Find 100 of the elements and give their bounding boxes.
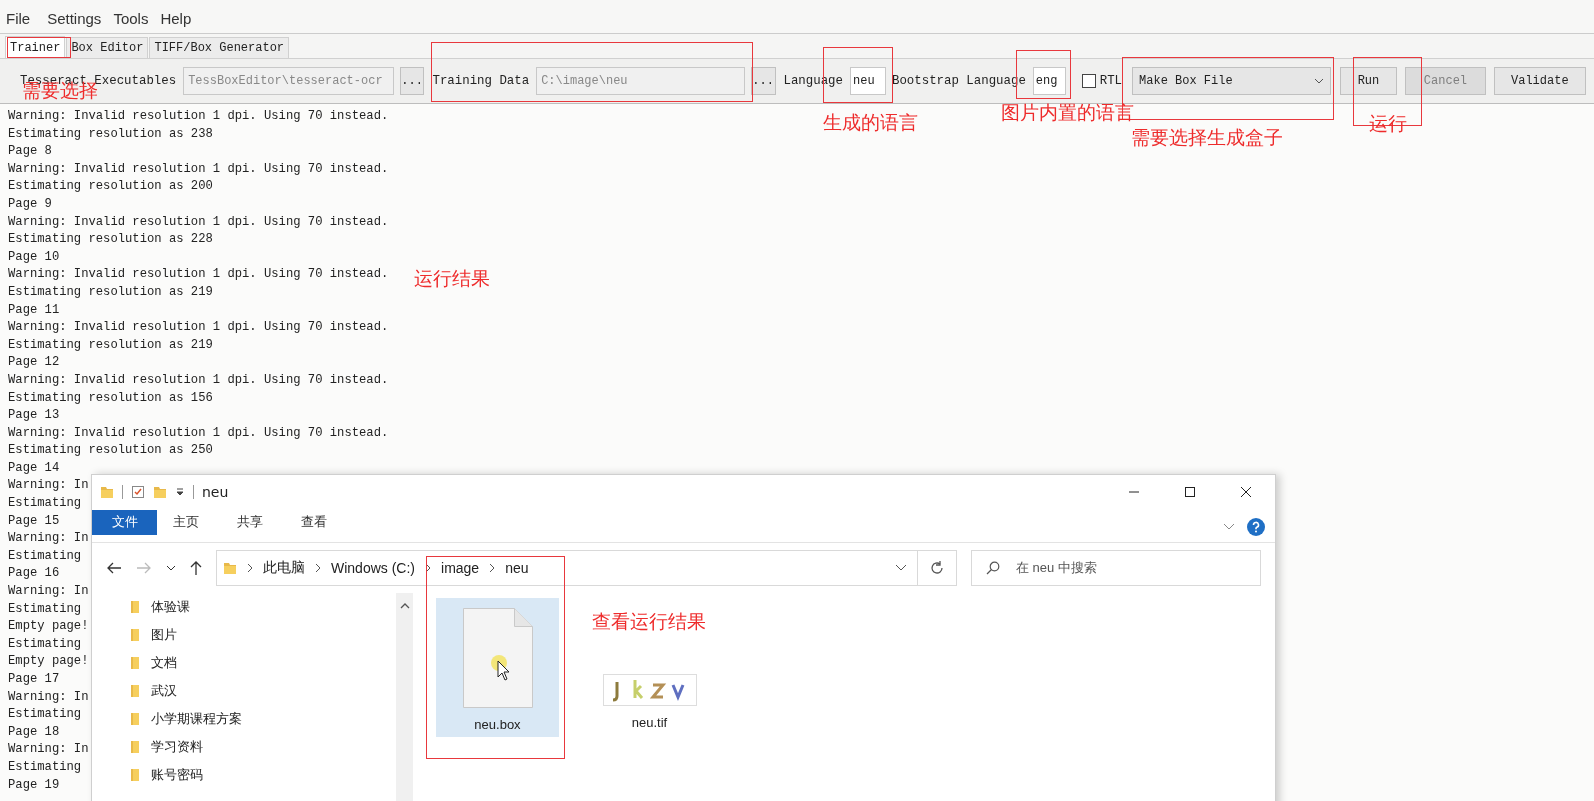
folder-item[interactable]: 体验课 xyxy=(151,598,190,616)
refresh-button[interactable] xyxy=(918,549,957,586)
search-field[interactable]: 在 neu 中搜索 xyxy=(971,549,1261,586)
file-tile[interactable]: neu.tif xyxy=(588,674,711,730)
log-line: Page 19 xyxy=(8,776,60,794)
chevron-right-icon xyxy=(246,562,254,573)
log-line: Page 15 xyxy=(8,512,60,530)
tab[interactable]: TIFF/Box Generator xyxy=(149,37,290,58)
log-line: Warning: Invalid resolution 1 dpi. Using 70 instead. xyxy=(8,266,389,284)
folder-item[interactable]: 文档 xyxy=(151,654,177,672)
file-tile[interactable]: neu.box xyxy=(436,598,559,737)
input-field[interactable]: eng xyxy=(1032,67,1066,95)
ribbon-tab[interactable]: 查看 xyxy=(285,509,343,535)
dropdown-icon[interactable] xyxy=(175,487,185,498)
tab[interactable]: Box Editor xyxy=(66,37,149,58)
menu-item[interactable]: Help xyxy=(154,10,198,27)
refresh-icon xyxy=(930,560,944,575)
log-line: Warning: Invalid resolution 1 dpi. Using 70 instead. xyxy=(8,108,389,125)
log-line: Estimating resolution as 156 xyxy=(8,389,213,407)
window-title: neu xyxy=(202,484,229,501)
annotation-note: 需要选择生成盒子 xyxy=(1131,127,1283,148)
log-line: Page 10 xyxy=(8,248,60,266)
folder-icon xyxy=(130,628,140,642)
log-line: Page 13 xyxy=(8,407,60,425)
folder-icon xyxy=(130,740,140,754)
log-line: Empty page! xyxy=(8,653,89,671)
document-icon xyxy=(462,608,533,708)
log-line: Warning: Invalid resolution 1 dpi. Using 70 instead. xyxy=(8,424,389,442)
folder-item[interactable]: 账号密码 xyxy=(151,766,203,784)
properties-icon[interactable] xyxy=(131,485,145,500)
annotation-note: 运行结果 xyxy=(414,268,490,289)
checkbox-label: RTL xyxy=(1099,74,1123,88)
log-line: Estimating resolution as 250 xyxy=(8,442,213,460)
log-line: Page 9 xyxy=(8,195,52,213)
log-line: Estimating xyxy=(8,600,82,618)
chevron-down-icon[interactable] xyxy=(895,563,907,572)
annotation-note: 生成的语言 xyxy=(823,112,918,133)
breadcrumb-item[interactable]: 此电脑 xyxy=(263,558,305,577)
folder-icon xyxy=(130,600,140,614)
input-field[interactable]: neu xyxy=(850,67,886,95)
button[interactable]: Run xyxy=(1339,67,1398,95)
log-line: Warning: Invalid resolution 1 dpi. Using 70 instead. xyxy=(8,160,389,178)
address-bar[interactable]: 此电脑 Windows (C:) image neu xyxy=(216,549,918,586)
chevron-right-icon xyxy=(488,562,497,573)
folder-item[interactable]: 学习资料 xyxy=(151,738,203,756)
search-icon xyxy=(986,560,1000,575)
log-line: Warning: In xyxy=(8,477,89,495)
ribbon-tab[interactable]: 主页 xyxy=(157,509,215,535)
checkbox[interactable] xyxy=(1081,74,1096,88)
help-icon[interactable] xyxy=(1247,518,1265,537)
button[interactable]: Validate xyxy=(1493,67,1586,95)
log-line: Page 12 xyxy=(8,354,60,372)
breadcrumb-item[interactable]: neu xyxy=(505,559,529,576)
annotation-frame xyxy=(7,37,71,58)
browse-button[interactable]: ... xyxy=(399,67,425,95)
breadcrumb-item[interactable]: image xyxy=(441,559,480,576)
breadcrumb-item[interactable]: Windows (C:) xyxy=(331,559,415,576)
log-line: Estimating xyxy=(8,547,82,565)
up-icon[interactable] xyxy=(190,559,202,576)
menu-item[interactable]: File xyxy=(0,10,37,27)
folder-icon xyxy=(130,656,140,670)
ribbon-tab[interactable]: 共享 xyxy=(221,509,279,535)
log-line: Estimating xyxy=(8,706,82,724)
log-line: Warning: In xyxy=(8,741,89,759)
log-line: Page 14 xyxy=(8,459,60,477)
caret-icon xyxy=(1313,78,1324,84)
field-label: Training Data xyxy=(432,74,530,88)
maximize-icon[interactable] xyxy=(1184,486,1196,499)
back-icon[interactable] xyxy=(106,561,122,574)
log-line: Estimating resolution as 228 xyxy=(8,231,213,249)
folder-item[interactable]: 小学期课程方案 xyxy=(151,710,242,728)
log-line: Warning: Invalid resolution 1 dpi. Using 70 instead. xyxy=(8,213,389,231)
browse-button[interactable]: ... xyxy=(750,67,776,95)
close-icon[interactable] xyxy=(1240,486,1252,499)
ribbon-tab[interactable]: 文件 xyxy=(92,509,157,535)
log-line: Warning: In xyxy=(8,688,89,706)
folder-icon xyxy=(130,684,140,698)
log-line: Page 17 xyxy=(8,671,60,688)
log-line: Page 16 xyxy=(8,565,60,583)
log-line: Warning: Invalid resolution 1 dpi. Using 70 instead. xyxy=(8,319,389,337)
folder-icon xyxy=(223,560,237,575)
chevron-down-icon[interactable] xyxy=(166,564,176,571)
log-line: Empty page! xyxy=(8,618,89,636)
log-line: Estimating xyxy=(8,758,82,776)
annotation-note: 查看运行结果 xyxy=(592,611,706,632)
menu-item[interactable]: Settings xyxy=(41,10,108,27)
log-line: Warning: Invalid resolution 1 dpi. Using 70 instead. xyxy=(8,371,389,389)
log-line: Warning: In xyxy=(8,530,89,548)
folder-item[interactable]: 图片 xyxy=(151,626,177,644)
menu-item[interactable]: Tools xyxy=(107,10,155,27)
dropdown[interactable]: Make Box File xyxy=(1132,67,1331,95)
log-line: Estimating xyxy=(8,495,82,513)
log-line: Estimating resolution as 200 xyxy=(8,178,213,196)
folder-item[interactable]: 武汉 xyxy=(151,682,177,700)
folder-icon xyxy=(130,768,140,782)
tab[interactable]: Trainer xyxy=(5,36,66,58)
log-line: Estimating resolution as 219 xyxy=(8,283,213,301)
chevron-right-icon xyxy=(424,562,432,573)
folder-icon xyxy=(100,485,114,500)
scrollbar[interactable] xyxy=(396,593,413,801)
